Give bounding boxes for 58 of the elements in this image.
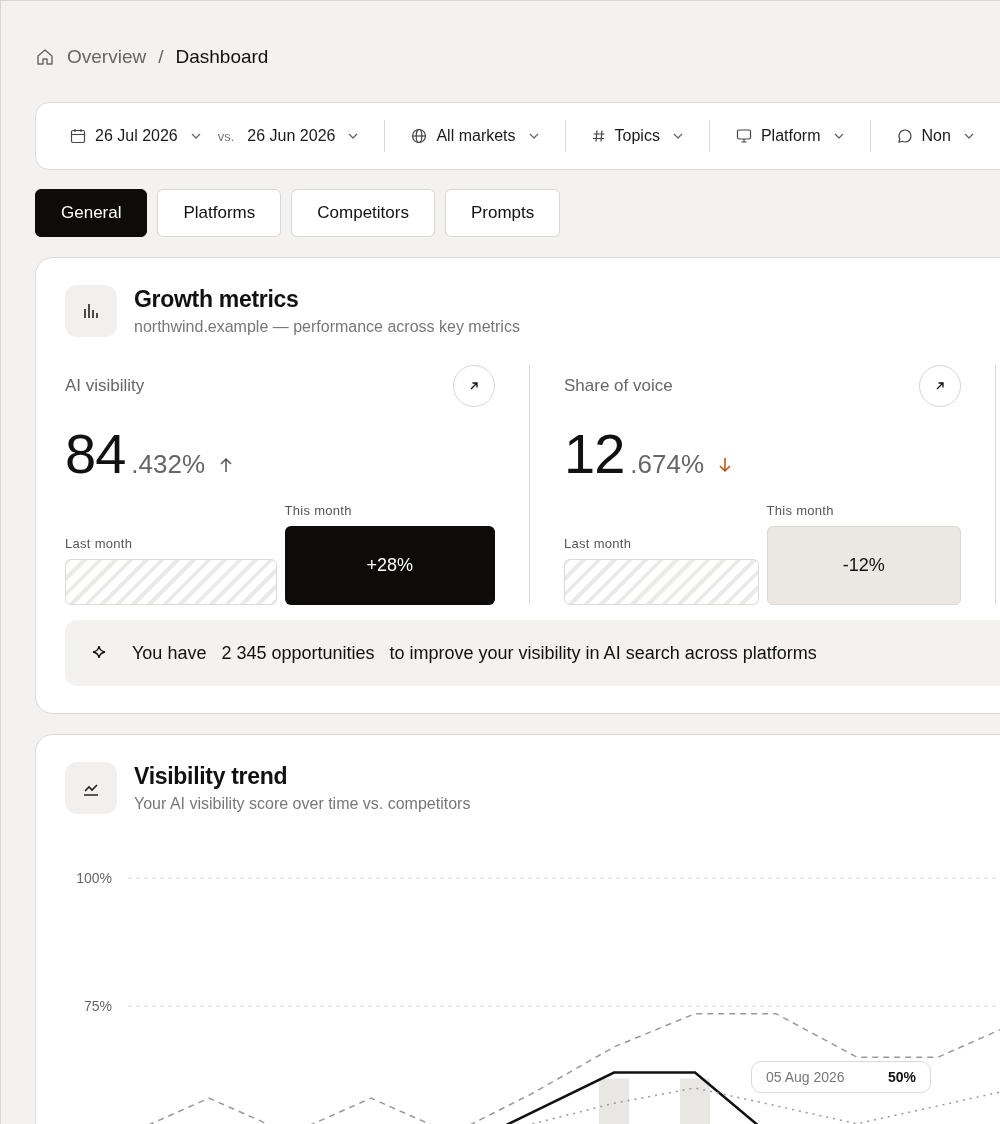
metric-value: 84 [65, 421, 126, 486]
chevron-down-icon [528, 133, 539, 139]
card-subtitle: Your AI visibility score over time vs. competitors [134, 795, 471, 813]
tab[interactable]: Competitors [291, 189, 435, 237]
line-chart-icon [65, 762, 117, 814]
banner-text: You have [132, 642, 207, 664]
change-bar: -12% [766, 526, 961, 605]
breadcrumb-link[interactable]: Dashboard [175, 46, 269, 68]
home-icon[interactable] [35, 47, 55, 67]
tooltip-value: 50% [887, 1069, 916, 1085]
chevron-down-icon [672, 133, 683, 139]
tooltip-date: 05 Aug 2026 [766, 1069, 845, 1085]
hash-icon [591, 129, 606, 143]
bar-label: Last month [564, 536, 633, 551]
arrow-up-right-icon [469, 381, 479, 391]
monitor-icon [735, 128, 752, 144]
metric-value: 12 [564, 421, 625, 486]
filter-dropdown[interactable]: All markets [436, 127, 516, 145]
tab[interactable]: Platforms [157, 189, 282, 237]
chevron-down-icon [190, 133, 201, 139]
arrow-up-right-icon [935, 381, 945, 391]
sparkle-icon [91, 645, 107, 661]
tab[interactable]: General [35, 189, 148, 237]
metric-decimal: .432% [131, 449, 206, 480]
bar-chart-icon [65, 285, 117, 337]
breadcrumb-separator: / [158, 46, 164, 68]
y-axis-label: 75% [83, 998, 112, 1014]
tab[interactable]: Prompts [444, 189, 561, 237]
compare-date-picker[interactable]: 26 Jun 2026 [247, 127, 336, 145]
open-details-button[interactable] [919, 365, 961, 407]
filter-dropdown[interactable]: Non [921, 127, 951, 145]
bar-label: Last month [65, 536, 134, 551]
y-axis-label: 100% [76, 870, 112, 886]
metric-label: Share of voice [564, 376, 673, 396]
chevron-down-icon [833, 133, 844, 139]
globe-icon [411, 128, 428, 144]
filter-dropdown[interactable]: Platform [760, 127, 821, 145]
change-bar: +28% [284, 526, 495, 605]
metric-label: AI visibility [65, 376, 145, 396]
banner-text: to improve your visibility in AI search across platforms [389, 642, 817, 664]
hover-column [599, 1078, 629, 1124]
hover-column [680, 1078, 710, 1124]
vs-label: vs. [217, 128, 235, 144]
chevron-down-icon [348, 133, 359, 139]
opportunity-count: 2 345 opportunities [221, 642, 375, 664]
card-title: Visibility trend [134, 763, 289, 790]
bar-label: This month [766, 503, 835, 518]
calendar-icon [70, 128, 86, 144]
date-picker[interactable]: 26 Jul 2026 [95, 127, 178, 145]
bar-label: This month [284, 503, 353, 518]
chevron-down-icon [963, 133, 974, 139]
open-details-button[interactable] [453, 365, 495, 407]
chat-bubble-icon [896, 128, 913, 144]
card-subtitle: northwind.example — performance across key metrics [134, 318, 520, 336]
breadcrumb-link[interactable]: Overview [67, 46, 147, 68]
filter-dropdown[interactable]: Topics [614, 127, 660, 145]
metric-decimal: .674% [630, 449, 705, 480]
card-title: Growth metrics [134, 286, 300, 313]
